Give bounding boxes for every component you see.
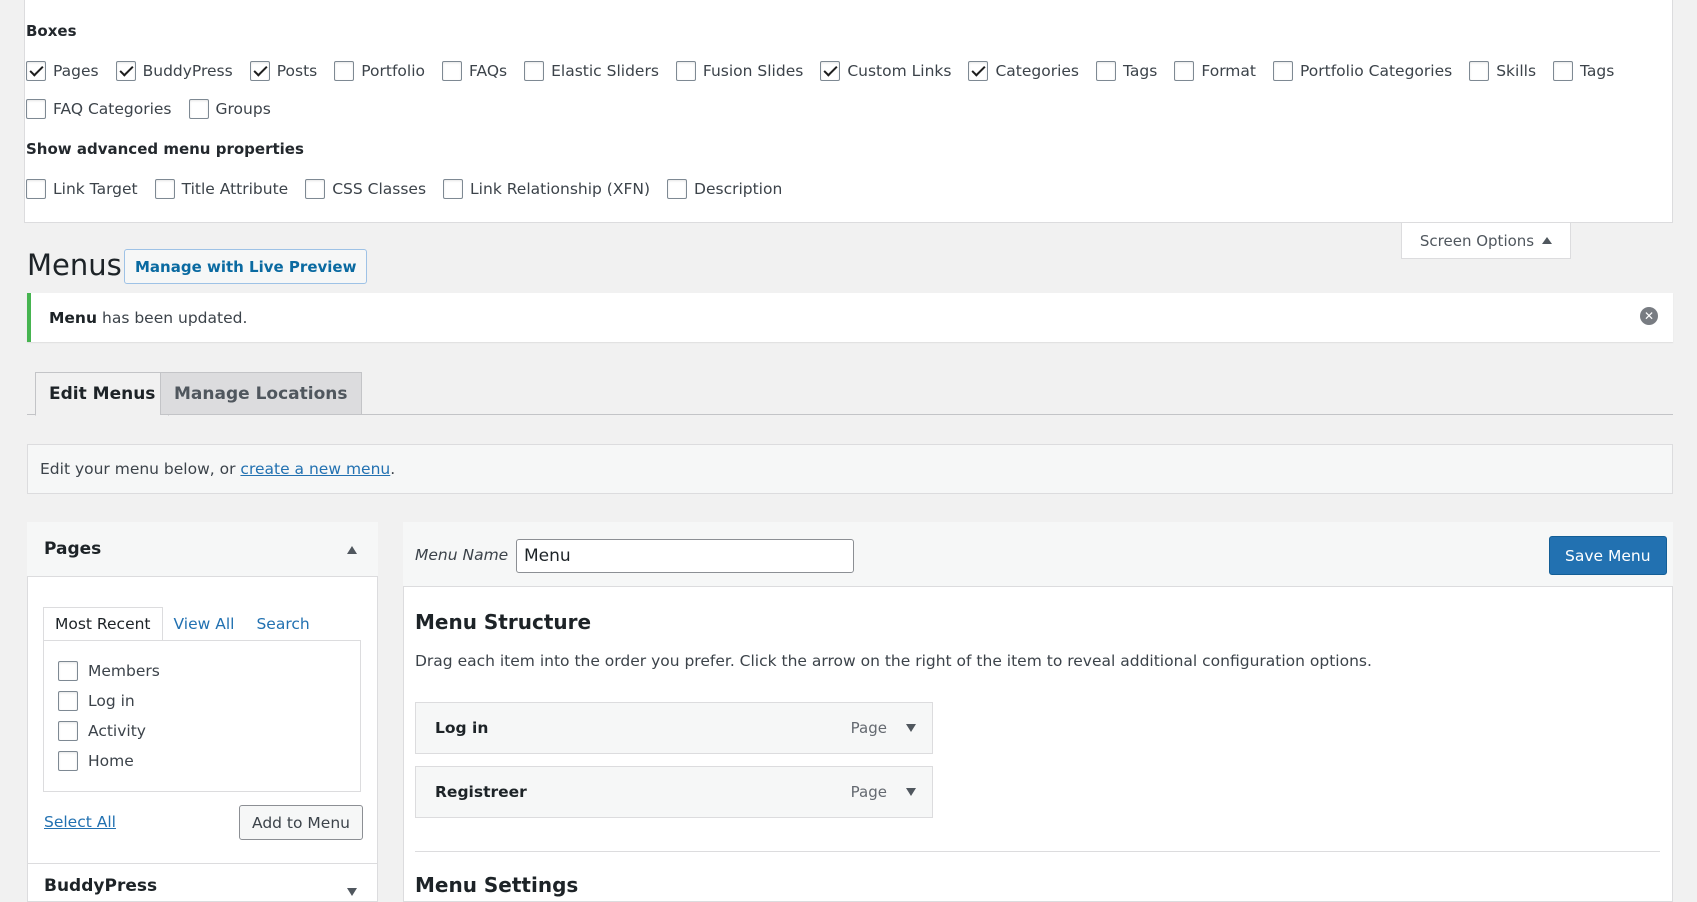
checkbox[interactable] — [58, 661, 78, 681]
checkbox[interactable] — [968, 61, 989, 81]
tab-view-all[interactable]: View All — [163, 607, 246, 641]
save-menu-button[interactable]: Save Menu — [1549, 536, 1667, 575]
menu-item-type: Page — [850, 783, 887, 801]
adv-option-link-target[interactable]: Link Target — [26, 179, 138, 199]
box-option-tags[interactable]: Tags — [1096, 61, 1157, 81]
update-notice: Menu has been updated. — [27, 293, 1673, 342]
page-item-activity[interactable]: Activity — [58, 721, 146, 741]
menu-structure-description: Drag each item into the order you prefer… — [415, 652, 1372, 670]
settings-divider — [415, 851, 1660, 852]
advanced-properties-row: Link Target Title Attribute CSS Classes … — [26, 176, 799, 202]
box-option-portfolio[interactable]: Portfolio — [334, 61, 425, 81]
collapse-arrow-up-icon[interactable] — [347, 546, 357, 554]
checkbox[interactable] — [442, 61, 462, 81]
menu-item[interactable]: Log in Page — [415, 702, 933, 754]
boxes-row-2: FAQ Categories Groups — [26, 96, 288, 122]
checkbox[interactable] — [305, 179, 326, 199]
box-option-skills[interactable]: Skills — [1469, 61, 1536, 81]
create-new-menu-link[interactable]: create a new menu — [240, 460, 390, 478]
boxes-heading: Boxes — [26, 22, 77, 40]
menu-item-type: Page — [850, 719, 887, 737]
adv-option-css-classes[interactable]: CSS Classes — [305, 179, 426, 199]
pages-tabs: Most Recent View All Search — [43, 607, 321, 641]
add-to-menu-button[interactable]: Add to Menu — [239, 805, 363, 840]
metabox-divider — [27, 863, 378, 864]
box-option-buddypress[interactable]: BuddyPress — [115, 61, 233, 81]
pages-metabox-header[interactable]: Pages — [27, 522, 378, 577]
tab-most-recent[interactable]: Most Recent — [43, 607, 163, 641]
expand-arrow-down-icon[interactable] — [906, 724, 916, 732]
box-option-groups[interactable]: Groups — [188, 99, 271, 119]
checkbox[interactable] — [26, 61, 46, 81]
menu-name-label: Menu Name — [415, 546, 509, 564]
tab-edit-menus[interactable]: Edit Menus — [35, 372, 170, 416]
page-item-log-in[interactable]: Log in — [58, 691, 135, 711]
checkbox[interactable] — [334, 61, 355, 81]
arrow-up-icon — [1542, 237, 1553, 244]
box-option-posts[interactable]: Posts — [249, 61, 317, 81]
adv-option-link-relationship[interactable]: Link Relationship (XFN) — [443, 179, 650, 199]
page-item-members[interactable]: Members — [58, 661, 160, 681]
checkbox[interactable] — [154, 179, 175, 199]
box-option-pages[interactable]: Pages — [26, 61, 99, 81]
advanced-properties-heading: Show advanced menu properties — [26, 140, 304, 158]
checkbox[interactable] — [1096, 61, 1117, 81]
checkbox[interactable] — [1553, 61, 1574, 81]
select-all-link[interactable]: Select All — [44, 813, 116, 831]
screen-options-toggle[interactable]: Screen Options — [1401, 223, 1571, 259]
menu-name-input[interactable] — [516, 539, 854, 573]
buddypress-metabox-header[interactable]: BuddyPress — [44, 876, 157, 896]
expand-arrow-down-icon[interactable] — [347, 888, 357, 896]
checkbox[interactable] — [249, 61, 270, 81]
checkbox[interactable] — [188, 99, 209, 119]
menu-item-title: Log in — [435, 719, 489, 737]
manage-live-preview-button[interactable]: Manage with Live Preview — [124, 249, 368, 284]
checkbox[interactable] — [443, 179, 464, 199]
page-item-home[interactable]: Home — [58, 751, 134, 771]
edit-menu-intro: Edit your menu below, or create a new me… — [27, 444, 1673, 494]
tab-manage-locations[interactable]: Manage Locations — [160, 372, 362, 415]
box-option-format[interactable]: Format — [1174, 61, 1256, 81]
checkbox[interactable] — [524, 61, 545, 81]
checkbox[interactable] — [675, 61, 696, 81]
checkbox[interactable] — [115, 61, 136, 81]
page-title: Menus — [27, 248, 122, 282]
checkbox[interactable] — [26, 179, 46, 199]
tab-search[interactable]: Search — [245, 607, 320, 641]
checkbox[interactable] — [1174, 61, 1195, 81]
checkbox[interactable] — [1272, 61, 1293, 81]
box-option-faqs[interactable]: FAQs — [442, 61, 507, 81]
menu-item-title: Registreer — [435, 783, 527, 801]
checkbox[interactable] — [58, 721, 78, 741]
box-option-elastic-sliders[interactable]: Elastic Sliders — [524, 61, 659, 81]
box-option-custom-links[interactable]: Custom Links — [820, 61, 951, 81]
boxes-row-1: Pages BuddyPress Posts Portfolio FAQs El… — [26, 58, 1631, 84]
menu-item[interactable]: Registreer Page — [415, 766, 933, 818]
box-option-portfolio-categories[interactable]: Portfolio Categories — [1272, 61, 1452, 81]
checkbox[interactable] — [820, 61, 841, 81]
checkbox[interactable] — [26, 99, 46, 119]
box-option-fusion-slides[interactable]: Fusion Slides — [675, 61, 803, 81]
box-option-tags-2[interactable]: Tags — [1553, 61, 1614, 81]
expand-arrow-down-icon[interactable] — [906, 788, 916, 796]
adv-option-title-attribute[interactable]: Title Attribute — [154, 179, 288, 199]
adv-option-description[interactable]: Description — [667, 179, 782, 199]
checkbox[interactable] — [58, 751, 78, 771]
menu-settings-title: Menu Settings — [415, 873, 579, 897]
menu-structure-title: Menu Structure — [415, 610, 592, 634]
box-option-categories[interactable]: Categories — [968, 61, 1079, 81]
dismiss-notice-icon[interactable]: ✕ — [1640, 307, 1658, 325]
checkbox[interactable] — [58, 691, 78, 711]
checkbox[interactable] — [667, 179, 688, 199]
box-option-faq-categories[interactable]: FAQ Categories — [26, 99, 172, 119]
checkbox[interactable] — [1469, 61, 1490, 81]
